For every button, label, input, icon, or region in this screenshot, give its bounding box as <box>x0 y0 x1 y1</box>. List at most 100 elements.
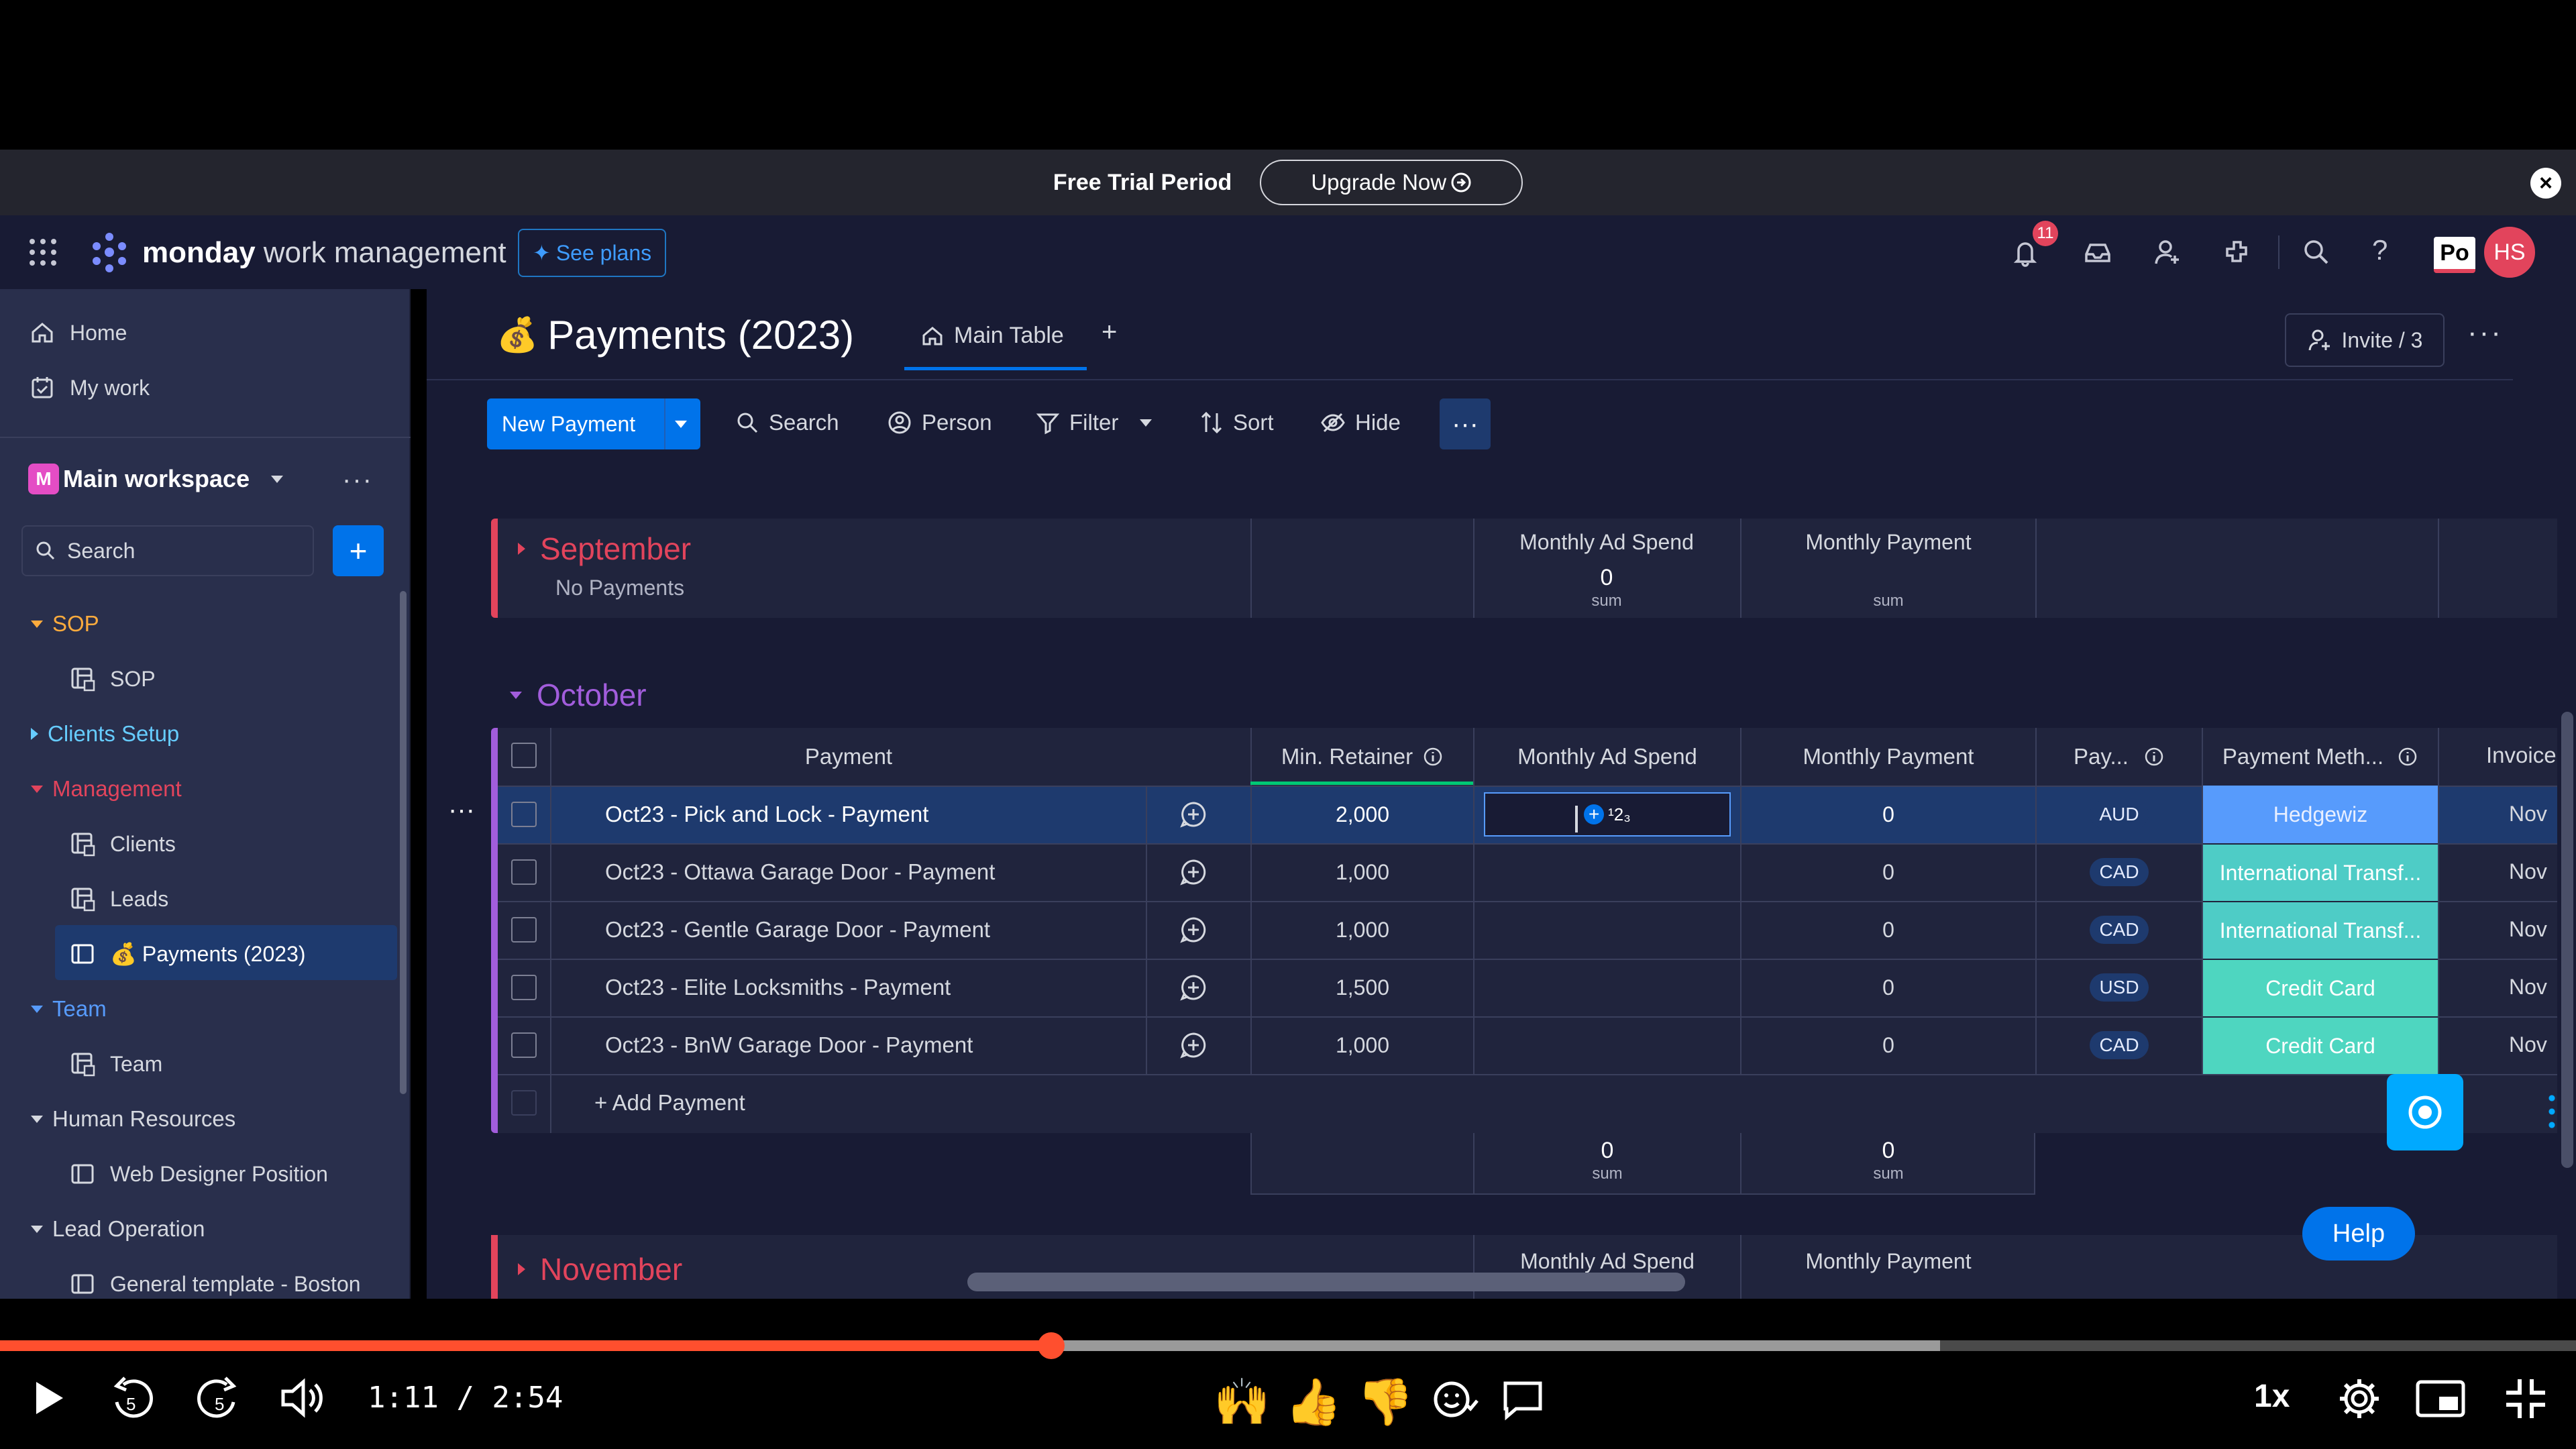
add-payment-input[interactable]: + Add Payment <box>594 1090 745 1116</box>
row-item-name[interactable]: Oct23 - Ottawa Garage Door - Payment <box>605 859 995 885</box>
reaction-raised-hands-icon[interactable]: 🙌 <box>1214 1375 1271 1429</box>
payment-method-cell[interactable]: International Transf... <box>2203 843 2438 901</box>
banner-close-icon[interactable]: × <box>2530 168 2561 199</box>
sidebar-board-clients[interactable]: Clients <box>70 831 176 857</box>
search-icon[interactable] <box>2300 235 2333 269</box>
playback-speed-button[interactable]: 1x <box>2254 1378 2290 1415</box>
person-filter-button[interactable]: Person <box>887 410 992 435</box>
filter-button[interactable]: Filter <box>1036 410 1152 435</box>
row-checkbox[interactable] <box>511 802 537 827</box>
column-header-ad-spend[interactable]: Monthly Ad Spend <box>1474 728 1740 786</box>
horizontal-scrollbar[interactable] <box>967 1273 1685 1291</box>
add-reaction-icon[interactable] <box>1432 1378 1479 1421</box>
sidebar-doc-web-designer[interactable]: Web Designer Position <box>70 1161 328 1187</box>
add-view-button[interactable]: + <box>1102 317 1117 347</box>
invoice-cell[interactable]: Nov <box>2509 859 2547 884</box>
row-checkbox[interactable] <box>511 1032 537 1058</box>
volume-icon[interactable] <box>279 1378 327 1418</box>
column-header-payment[interactable]: Payment <box>551 728 1146 786</box>
currency-cell[interactable]: CAD <box>2037 1016 2202 1074</box>
reaction-heart-eyes-icon[interactable]: 😍 <box>1089 1376 1136 1429</box>
currency-cell[interactable]: USD <box>2037 959 2202 1016</box>
sidebar-doc-general-template[interactable]: General template - Boston <box>70 1271 361 1297</box>
sidebar-board-sop[interactable]: SOP <box>70 666 156 692</box>
invite-button[interactable]: Invite / 3 <box>2285 313 2445 367</box>
info-icon[interactable] <box>1422 746 1444 767</box>
picture-in-picture-icon[interactable] <box>2415 1379 2466 1418</box>
group-october-header[interactable]: October <box>510 677 647 713</box>
retainer-cell[interactable]: 2,000 <box>1252 786 1473 843</box>
row-menu-icon[interactable]: ··· <box>448 795 475 825</box>
row-item-name[interactable]: Oct23 - Pick and Lock - Payment <box>605 802 928 827</box>
upgrade-now-button[interactable]: Upgrade Now <box>1260 160 1523 205</box>
forward-5-icon[interactable]: 5 <box>195 1375 241 1422</box>
add-update-icon[interactable] <box>1179 1031 1208 1059</box>
see-plans-button[interactable]: ✦ See plans <box>518 229 667 277</box>
drag-handle-icon[interactable] <box>2545 1091 2559 1132</box>
invoice-cell[interactable]: Nov <box>2509 1032 2547 1057</box>
row-item-name[interactable]: Oct23 - Gentle Garage Door - Payment <box>605 917 990 943</box>
integrations-icon[interactable] <box>2220 235 2254 269</box>
sidebar-search-input[interactable]: Search <box>21 525 314 576</box>
help-button[interactable]: Help <box>2302 1207 2415 1260</box>
payment-method-cell[interactable]: Credit Card <box>2203 1016 2438 1074</box>
board-menu-icon[interactable]: ··· <box>2467 316 2503 350</box>
invoice-cell[interactable]: Nov <box>2509 975 2547 1000</box>
board-title[interactable]: 💰 Payments (2023) <box>496 312 854 358</box>
monthly-payment-cell[interactable]: 0 <box>1741 786 2035 843</box>
fullscreen-exit-icon[interactable] <box>2504 1377 2548 1421</box>
column-header-invoice[interactable]: Invoice <box>2486 743 2557 768</box>
monthly-payment-cell[interactable]: 0 <box>1741 901 2035 959</box>
avatar[interactable]: HS <box>2482 225 2537 280</box>
apps-grid-icon[interactable] <box>28 237 58 267</box>
hide-button[interactable]: Hide <box>1320 410 1401 435</box>
sidebar-board-leads[interactable]: Leads <box>70 886 168 912</box>
sidebar-group-clients-setup[interactable]: Clients Setup <box>31 721 179 747</box>
monthly-payment-cell[interactable]: 0 <box>1741 1016 2035 1074</box>
sidebar-board-payments[interactable]: 💰 Payments (2023) <box>70 941 306 967</box>
sidebar-group-human-resources[interactable]: Human Resources <box>31 1106 235 1132</box>
play-icon[interactable] <box>32 1379 66 1417</box>
invite-members-icon[interactable] <box>2151 235 2184 269</box>
progress-scrubber[interactable] <box>1037 1332 1065 1359</box>
retainer-cell[interactable]: 1,500 <box>1252 959 1473 1016</box>
help-question-icon[interactable]: ? <box>2372 234 2387 266</box>
settings-gear-icon[interactable] <box>2337 1377 2381 1421</box>
tab-main-table[interactable]: Main Table <box>920 323 1064 349</box>
retainer-cell[interactable]: 1,000 <box>1252 1016 1473 1074</box>
chevron-down-icon[interactable] <box>1140 419 1152 427</box>
sidebar-group-lead-operation[interactable]: Lead Operation <box>31 1216 205 1242</box>
monthly-payment-cell[interactable]: 0 <box>1741 959 2035 1016</box>
monthly-payment-cell[interactable]: 0 <box>1741 843 2035 901</box>
add-update-icon[interactable] <box>1179 916 1208 944</box>
retainer-cell[interactable]: 1,000 <box>1252 843 1473 901</box>
sidebar-board-team[interactable]: Team <box>70 1051 162 1077</box>
more-options-icon[interactable]: ··· <box>342 465 373 495</box>
vertical-scrollbar[interactable] <box>2561 712 2573 1168</box>
profile-po-icon[interactable]: Po <box>2434 237 2475 273</box>
group-november-header[interactable]: November <box>518 1251 682 1287</box>
search-button[interactable]: Search <box>735 410 839 435</box>
info-icon[interactable] <box>2143 746 2165 767</box>
comment-icon[interactable] <box>1501 1378 1544 1421</box>
column-header-pay[interactable]: Pay... <box>2037 728 2202 786</box>
sidebar-scrollbar[interactable] <box>400 591 407 1094</box>
row-checkbox[interactable] <box>511 975 537 1000</box>
row-checkbox[interactable] <box>511 917 537 943</box>
column-header-retainer[interactable]: Min. Retainer <box>1252 728 1473 786</box>
add-update-icon[interactable] <box>1179 800 1208 828</box>
group-september-header[interactable]: September <box>518 531 691 567</box>
sidebar-group-management[interactable]: Management <box>31 776 182 802</box>
info-icon[interactable] <box>2397 746 2418 767</box>
rewind-5-icon[interactable]: 5 <box>109 1375 156 1422</box>
payment-method-cell[interactable]: International Transf... <box>2203 901 2438 959</box>
column-header-monthly-payment[interactable]: Monthly Payment <box>1741 728 2035 786</box>
reaction-wow-icon[interactable]: 😮 <box>1151 1376 1199 1429</box>
row-checkbox[interactable] <box>511 859 537 885</box>
add-update-icon[interactable] <box>1179 858 1208 886</box>
currency-cell[interactable]: CAD <box>2037 843 2202 901</box>
more-actions-button[interactable]: ··· <box>1440 398 1491 449</box>
sidebar-home[interactable]: Home <box>30 320 127 345</box>
reaction-laugh-icon[interactable]: 😂 <box>1021 1376 1074 1429</box>
reaction-thumbs-down-icon[interactable]: 👎 <box>1357 1375 1414 1429</box>
